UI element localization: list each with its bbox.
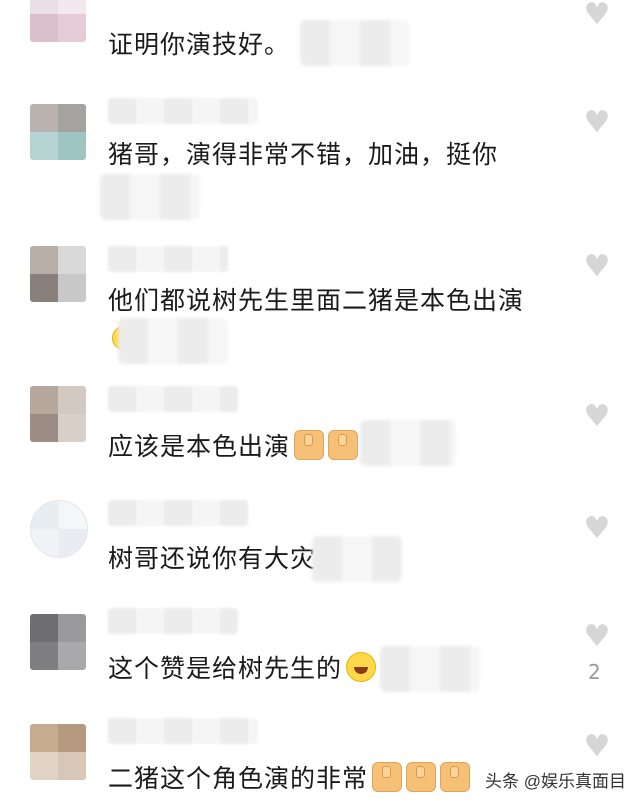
heart-icon[interactable]: ♥ bbox=[580, 732, 614, 762]
comment-text: 证明你演技好。 bbox=[108, 30, 291, 59]
avatar[interactable] bbox=[30, 104, 86, 160]
avatar[interactable] bbox=[30, 386, 86, 442]
thumbs-up-emoji bbox=[328, 430, 359, 460]
redacted-text bbox=[380, 646, 480, 692]
redacted-text bbox=[300, 20, 410, 66]
comment-body: 二猪这个角色演的非常 bbox=[108, 764, 369, 793]
comment-text: 这个赞是给树先生的 bbox=[108, 652, 377, 686]
redacted-text bbox=[100, 174, 200, 220]
username-blurred[interactable] bbox=[108, 246, 228, 272]
comment-text: 猪哥，演得非常不错，加油，挺你 bbox=[108, 140, 499, 169]
username-blurred[interactable] bbox=[108, 98, 258, 124]
heart-icon[interactable]: ♥ bbox=[580, 0, 614, 30]
avatar[interactable] bbox=[30, 246, 86, 302]
laughing-emoji bbox=[346, 652, 377, 682]
avatar[interactable] bbox=[30, 724, 86, 780]
username-blurred[interactable] bbox=[108, 718, 258, 744]
username-blurred[interactable] bbox=[108, 608, 238, 634]
username-blurred[interactable] bbox=[108, 386, 238, 412]
avatar[interactable] bbox=[30, 614, 86, 670]
avatar[interactable] bbox=[30, 500, 88, 558]
heart-icon[interactable]: ♥ bbox=[580, 402, 614, 432]
redacted-text bbox=[360, 420, 456, 466]
comment-body: 这个赞是给树先生的 bbox=[108, 654, 343, 683]
heart-icon[interactable]: ♥ bbox=[580, 514, 614, 544]
thumbs-up-emoji bbox=[440, 762, 471, 792]
comment-body: 应该是本色出演 bbox=[108, 432, 291, 461]
comment-text: 他们都说树先生里面二猪是本色出演 bbox=[108, 286, 525, 315]
comment-text: 树哥还说你有大灾 bbox=[108, 544, 317, 573]
redacted-text bbox=[312, 536, 402, 582]
thumbs-up-emoji bbox=[294, 430, 325, 460]
like-count: 2 bbox=[588, 660, 601, 684]
avatar[interactable] bbox=[30, 0, 86, 42]
thumbs-up-emoji bbox=[372, 762, 403, 792]
heart-icon[interactable]: ♥ bbox=[580, 622, 614, 652]
heart-icon[interactable]: ♥ bbox=[580, 252, 614, 282]
watermark: 头条 @娱乐真面目 bbox=[485, 772, 626, 791]
redacted-text bbox=[118, 318, 228, 364]
comment-text: 应该是本色出演 bbox=[108, 430, 359, 464]
comment-text: 二猪这个角色演的非常 bbox=[108, 762, 471, 796]
username-blurred[interactable] bbox=[108, 500, 248, 526]
thumbs-up-emoji bbox=[406, 762, 437, 792]
heart-icon[interactable]: ♥ bbox=[580, 108, 614, 138]
